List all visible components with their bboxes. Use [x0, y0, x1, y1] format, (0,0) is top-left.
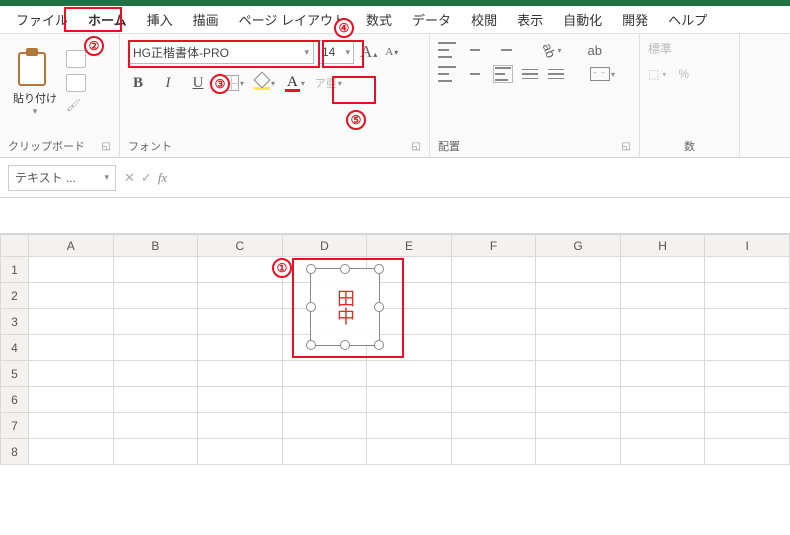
fx-icon[interactable]: fx [158, 170, 167, 186]
group-number: 標準 ⬚▾ % 数 [640, 34, 740, 157]
align-middle-icon[interactable] [466, 42, 484, 58]
col-header-A[interactable]: A [29, 235, 114, 257]
row-header-4[interactable]: 4 [1, 335, 29, 361]
accounting-button[interactable]: ⬚ [648, 67, 659, 81]
annotation-4: ④ [334, 18, 354, 38]
resize-handle[interactable] [306, 340, 316, 350]
bold-button[interactable]: B [128, 72, 148, 94]
menu-view[interactable]: 表示 [507, 6, 553, 33]
align-center-icon[interactable] [466, 66, 484, 82]
merge-icon [590, 67, 610, 81]
font-size-combo[interactable]: 14▾ [318, 40, 354, 64]
paste-button[interactable]: 貼り付け [13, 90, 57, 106]
format-painter-icon[interactable]: 🖌 [66, 98, 86, 118]
menu-developer[interactable]: 開発 [612, 6, 658, 33]
align-launcher[interactable]: ◱ [622, 141, 631, 152]
group-label-number: 数 [684, 138, 695, 154]
percent-button[interactable]: % [678, 67, 689, 81]
worksheet[interactable]: A B C D E F G H I 1 2 3 4 5 6 7 8 田中 ① [0, 234, 790, 465]
row-header-7[interactable]: 7 [1, 413, 29, 439]
group-label-align: 配置 [438, 138, 460, 154]
col-header-F[interactable]: F [451, 235, 536, 257]
resize-handle[interactable] [306, 302, 316, 312]
annotation-2: ② [84, 36, 104, 56]
annotation-5: ⑤ [346, 110, 366, 130]
col-header-E[interactable]: E [367, 235, 452, 257]
col-header-B[interactable]: B [113, 235, 198, 257]
row-header-3[interactable]: 3 [1, 309, 29, 335]
menu-draw[interactable]: 描画 [183, 6, 229, 33]
cut-icon[interactable] [66, 50, 86, 68]
font-name-combo[interactable]: HG正楷書体-PRO▾ [128, 40, 314, 64]
formula-input[interactable] [175, 165, 782, 191]
clipboard-launcher[interactable]: ◱ [102, 141, 111, 152]
menu-file[interactable]: ファイル [6, 6, 78, 33]
col-header-H[interactable]: H [620, 235, 705, 257]
col-header-G[interactable]: G [536, 235, 621, 257]
decrease-font-icon[interactable]: A▾ [383, 44, 400, 60]
paste-icon[interactable] [18, 48, 52, 88]
cancel-edit-icon[interactable]: ✕ [124, 170, 135, 186]
resize-handle[interactable] [374, 340, 384, 350]
col-header-C[interactable]: C [198, 235, 283, 257]
orientation-icon: ab [540, 41, 559, 60]
fill-icon [254, 76, 270, 90]
annotation-3: ③ [210, 74, 230, 94]
confirm-edit-icon[interactable]: ✓ [141, 170, 152, 186]
menubar: ファイル ホーム 挿入 描画 ページ レイアウト 数式 データ 校閲 表示 自動… [0, 6, 790, 34]
paste-dropdown[interactable]: ▾ [33, 106, 38, 117]
group-label-font: フォント [128, 138, 172, 154]
annotation-1: ① [272, 258, 292, 278]
orientation-button[interactable]: ab▾ [542, 43, 561, 58]
resize-handle[interactable] [340, 264, 350, 274]
row-header-1[interactable]: 1 [1, 257, 29, 283]
resize-handle[interactable] [340, 340, 350, 350]
menu-review[interactable]: 校閲 [461, 6, 507, 33]
row-header-8[interactable]: 8 [1, 439, 29, 465]
menu-insert[interactable]: 挿入 [137, 6, 183, 33]
menu-home[interactable]: ホーム [78, 6, 137, 33]
align-bottom-icon[interactable] [494, 42, 512, 58]
phonetic-button[interactable]: ア亜▾ [315, 75, 342, 91]
group-label-clipboard: クリップボード [8, 138, 85, 154]
textbox-text[interactable]: 田中 [311, 269, 379, 345]
group-clipboard: 貼り付け ▾ 🖌 クリップボード ◱ [0, 34, 120, 157]
textbox-shape[interactable]: 田中 [310, 268, 380, 346]
menu-data[interactable]: データ [402, 6, 461, 33]
italic-button[interactable]: I [158, 72, 178, 94]
row-header-6[interactable]: 6 [1, 387, 29, 413]
align-left-icon[interactable] [438, 66, 456, 82]
row-header-2[interactable]: 2 [1, 283, 29, 309]
group-alignment: ab▾ ab ▾ 配置 ◱ [430, 34, 640, 157]
resize-handle[interactable] [374, 264, 384, 274]
increase-indent-icon[interactable] [548, 67, 564, 81]
col-header-I[interactable]: I [705, 235, 790, 257]
align-right-icon[interactable] [494, 66, 512, 82]
decrease-indent-icon[interactable] [522, 67, 538, 81]
menu-formulas[interactable]: 数式 [356, 6, 402, 33]
increase-font-icon[interactable]: A▴ [358, 40, 379, 64]
number-format-combo[interactable]: 標準 [648, 40, 672, 57]
ribbon: 貼り付け ▾ 🖌 クリップボード ◱ HG正楷書体-PRO▾ [0, 34, 790, 158]
col-header-D[interactable]: D [282, 235, 367, 257]
group-font: HG正楷書体-PRO▾ 14▾ A▴ A▾ B I U▾ ▾ ▾ A▾ ア亜▾ [120, 34, 430, 157]
resize-handle[interactable] [374, 302, 384, 312]
align-top-icon[interactable] [438, 42, 456, 58]
font-color-button[interactable]: A▾ [285, 75, 305, 92]
resize-handle[interactable] [306, 264, 316, 274]
formula-bar: テキスト ...▾ ✕ ✓ fx [0, 158, 790, 198]
menu-help[interactable]: ヘルプ [658, 6, 717, 33]
menu-automate[interactable]: 自動化 [553, 6, 612, 33]
ruby-icon: ア亜 [315, 75, 337, 91]
spacer [0, 198, 790, 234]
merge-button[interactable]: ▾ [590, 67, 615, 81]
row-header-5[interactable]: 5 [1, 361, 29, 387]
copy-icon[interactable] [66, 74, 86, 92]
fill-color-button[interactable]: ▾ [254, 76, 275, 90]
font-color-icon: A [285, 75, 300, 92]
wrap-text-button[interactable]: ab [587, 43, 601, 58]
name-box[interactable]: テキスト ...▾ [8, 165, 116, 191]
font-launcher[interactable]: ◱ [412, 141, 421, 152]
select-all-corner[interactable] [1, 235, 29, 257]
